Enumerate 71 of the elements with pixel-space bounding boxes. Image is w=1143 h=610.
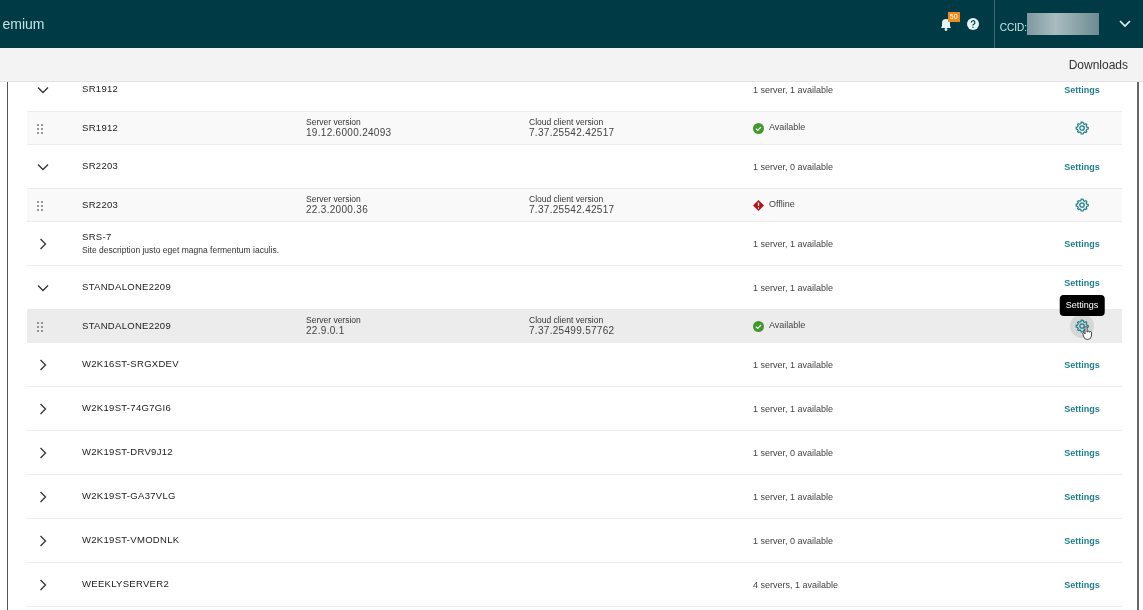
server-summary: 1 server, 0 available <box>753 161 834 172</box>
client-version-label: Cloud client version <box>529 117 605 127</box>
settings-icon <box>1075 319 1089 333</box>
client-version: 7.37.25542.42517 <box>529 127 616 139</box>
settings-link[interactable]: Settings <box>1064 84 1100 95</box>
server-summary: 4 servers, 1 available <box>753 579 839 590</box>
settings-link[interactable]: Settings <box>1064 238 1100 249</box>
site-name: W2K19ST-GA37VLG <box>82 489 177 504</box>
status-text: Offline <box>769 198 795 212</box>
server-name: STANDALONE2209 <box>82 320 172 332</box>
chevron-right-icon[interactable] <box>37 403 49 416</box>
tooltip: Settings <box>1059 294 1105 316</box>
chevron-right-icon[interactable] <box>37 359 49 372</box>
bell-icon[interactable] <box>939 17 952 31</box>
server-summary: 1 server, 1 available <box>753 359 834 370</box>
site-name: SR1912 <box>82 82 120 97</box>
server-version-label: Server version <box>306 194 362 204</box>
site-name: STANDALONE2209 <box>82 280 173 295</box>
server-summary: 1 server, 0 available <box>753 535 834 546</box>
drag-handle-icon[interactable] <box>37 321 43 332</box>
server-summary: 1 server, 1 available <box>753 84 834 95</box>
settings-link[interactable]: Settings <box>1064 535 1100 546</box>
chevron-right-icon[interactable] <box>37 491 49 504</box>
server-version: 19.12.6000.24093 <box>306 127 393 139</box>
client-version: 7.37.25499.57762 <box>529 325 616 337</box>
server-version-label: Server version <box>306 315 362 325</box>
server-summary: 1 server, 0 available <box>753 447 834 458</box>
site-name: W2K19ST-DRV9J12 <box>82 445 174 460</box>
redacted-block <box>1027 13 1099 35</box>
settings-link[interactable]: Settings <box>1064 359 1100 370</box>
server-version: 22.3.2000.36 <box>306 204 369 216</box>
downloads-link[interactable]: Downloads <box>1068 55 1128 74</box>
drag-handle-icon[interactable] <box>37 200 43 211</box>
site-description: Site description justo eget magna fermentum iaculis. <box>82 244 280 257</box>
settings-link[interactable]: Settings <box>1064 491 1100 502</box>
site-name: W2K19ST-VMODNLK <box>82 533 181 548</box>
settings-link[interactable]: Settings <box>1064 447 1100 458</box>
server-summary: 1 server, 1 available <box>753 238 834 249</box>
account-label: CCID: <box>999 21 1027 35</box>
client-version-label: Cloud client version <box>529 194 605 204</box>
settings-link[interactable]: Settings <box>1064 161 1100 172</box>
settings-link[interactable]: Settings <box>1064 277 1100 288</box>
server-name: SR1912 <box>82 122 119 134</box>
server-version: 22.9.0.1 <box>306 325 346 337</box>
server-version-label: Server version <box>306 117 362 127</box>
app-title: emium <box>2 14 45 34</box>
chevron-right-icon[interactable] <box>37 238 49 251</box>
drag-handle-icon[interactable] <box>37 123 43 134</box>
site-name: W2K16ST-SRGXDEV <box>82 357 180 372</box>
client-version: 7.37.25542.42517 <box>529 204 616 216</box>
help-icon[interactable] <box>966 18 979 30</box>
client-version-label: Cloud client version <box>529 315 605 325</box>
site-name: SR2203 <box>82 159 120 174</box>
status-text: Available <box>769 121 806 135</box>
server-name: SR2203 <box>82 199 119 211</box>
settings-link[interactable]: Settings <box>1064 403 1100 414</box>
settings-icon <box>1075 121 1089 135</box>
server-summary: 1 server, 1 available <box>753 282 834 293</box>
chevron-right-icon[interactable] <box>37 447 49 460</box>
settings-link[interactable]: Settings <box>1064 579 1100 590</box>
site-name: W2K19ST-74G7GI6 <box>82 401 172 416</box>
chevron-right-icon[interactable] <box>37 535 49 548</box>
server-summary: 1 server, 1 available <box>753 491 834 502</box>
chevron-down-icon[interactable] <box>1119 20 1131 28</box>
server-summary: 1 server, 1 available <box>753 403 834 414</box>
pointer-cursor-icon <box>1082 326 1092 340</box>
site-name: WEEKLYSERVER2 <box>82 577 170 592</box>
site-name: SRS-7 <box>82 230 113 244</box>
status-text: Available <box>769 319 806 333</box>
settings-icon <box>1075 198 1089 212</box>
chevron-right-icon[interactable] <box>37 579 49 592</box>
